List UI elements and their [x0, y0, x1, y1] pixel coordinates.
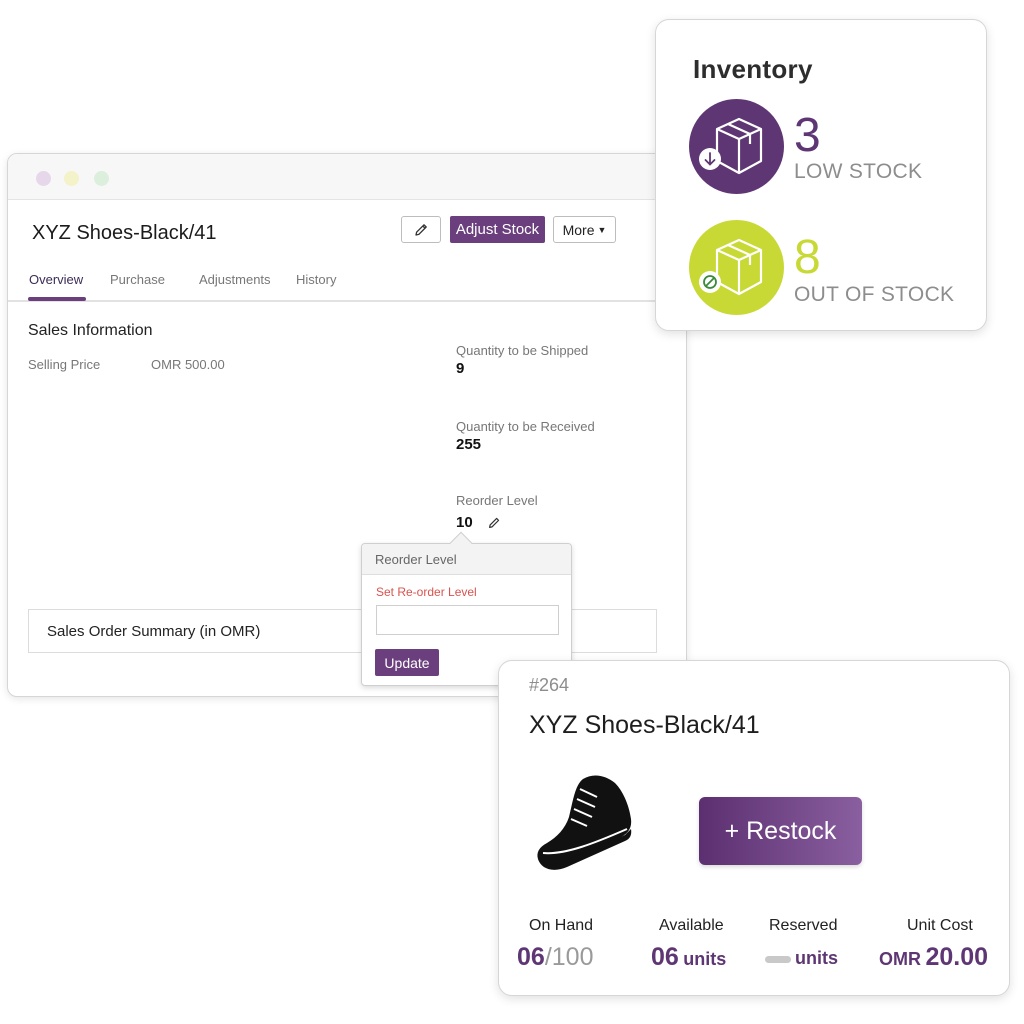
- out-of-stock-badge: [689, 220, 784, 315]
- item-detail-window: XYZ Shoes-Black/41 Adjust Stock More ▼ O…: [7, 153, 687, 697]
- selling-price-label: Selling Price: [28, 357, 101, 372]
- inventory-card: Inventory 3 LOW STOCK 8 OUT OF STOCK: [655, 19, 987, 331]
- reorder-popover-title: Reorder Level: [362, 544, 571, 575]
- qty-to-ship-value: 9: [456, 360, 465, 377]
- on-hand-count: 06: [517, 943, 545, 971]
- sales-order-summary-label: Sales Order Summary (in OMR): [47, 623, 261, 640]
- reserved-value: units: [765, 948, 838, 969]
- available-label: Available: [659, 917, 724, 934]
- more-label: More: [562, 221, 595, 238]
- window-close-dot[interactable]: [36, 171, 51, 186]
- reorder-level-label: Reorder Level: [456, 493, 538, 508]
- out-of-stock-count: 8: [794, 231, 821, 284]
- low-stock-badge: [689, 99, 784, 194]
- box-down-arrow-icon: [699, 117, 763, 175]
- qty-to-receive-label: Quantity to be Received: [456, 419, 595, 434]
- available-value: 06 units: [651, 943, 726, 972]
- item-tabs: Overview Purchase Adjustments History: [8, 264, 686, 302]
- on-hand-label: On Hand: [529, 917, 594, 934]
- pencil-icon: [415, 223, 427, 236]
- adjust-stock-button[interactable]: Adjust Stock: [450, 216, 545, 243]
- unit-cost-label: Unit Cost: [907, 917, 973, 934]
- edit-button[interactable]: [401, 216, 441, 243]
- caret-down-icon: ▼: [597, 224, 607, 235]
- out-of-stock-label: OUT OF STOCK: [794, 283, 955, 306]
- unit-cost-currency: OMR: [879, 949, 921, 969]
- reorder-level-input[interactable]: [376, 605, 559, 635]
- low-stock-label: LOW STOCK: [794, 160, 923, 183]
- reorder-level-value: 10: [456, 514, 473, 531]
- item-title: XYZ Shoes-Black/41: [32, 222, 217, 244]
- tab-overview[interactable]: Overview: [29, 272, 83, 287]
- on-hand-total: /100: [544, 943, 594, 971]
- sneaker-icon: [537, 775, 632, 870]
- product-card: #264 XYZ Shoes-Black/41 + Restock On Han…: [498, 660, 1010, 996]
- tab-adjustments[interactable]: Adjustments: [199, 272, 271, 287]
- reserved-placeholder-bar: [765, 956, 791, 964]
- tab-purchase[interactable]: Purchase: [110, 272, 165, 287]
- reserved-label: Reserved: [769, 917, 838, 934]
- low-stock-count: 3: [794, 109, 821, 162]
- qty-to-ship-label: Quantity to be Shipped: [456, 343, 589, 358]
- set-reorder-level-label: Set Re-order Level: [376, 585, 477, 599]
- selling-price-value: OMR 500.00: [151, 357, 225, 372]
- product-name: XYZ Shoes-Black/41: [529, 711, 760, 739]
- qty-to-receive-value: 255: [456, 436, 482, 453]
- on-hand-value: 06/100: [517, 943, 593, 972]
- available-unit: units: [683, 949, 727, 969]
- active-tab-indicator: [28, 297, 86, 301]
- window-maximize-dot[interactable]: [94, 171, 109, 186]
- restock-button[interactable]: + Restock: [699, 797, 862, 865]
- edit-reorder-pencil-icon[interactable]: [487, 516, 501, 530]
- box-blocked-icon: [699, 238, 763, 296]
- product-id: #264: [529, 675, 570, 695]
- unit-cost-amount: 20.00: [925, 943, 989, 971]
- window-titlebar: [8, 154, 686, 200]
- unit-cost-value: OMR 20.00: [879, 943, 988, 972]
- sales-section-title: Sales Information: [28, 322, 153, 339]
- window-minimize-dot[interactable]: [64, 171, 79, 186]
- tab-history[interactable]: History: [296, 272, 336, 287]
- update-button[interactable]: Update: [375, 649, 439, 676]
- reserved-unit: units: [795, 948, 838, 968]
- available-count: 06: [651, 943, 679, 971]
- inventory-title: Inventory: [693, 54, 813, 84]
- more-button[interactable]: More ▼: [553, 216, 616, 243]
